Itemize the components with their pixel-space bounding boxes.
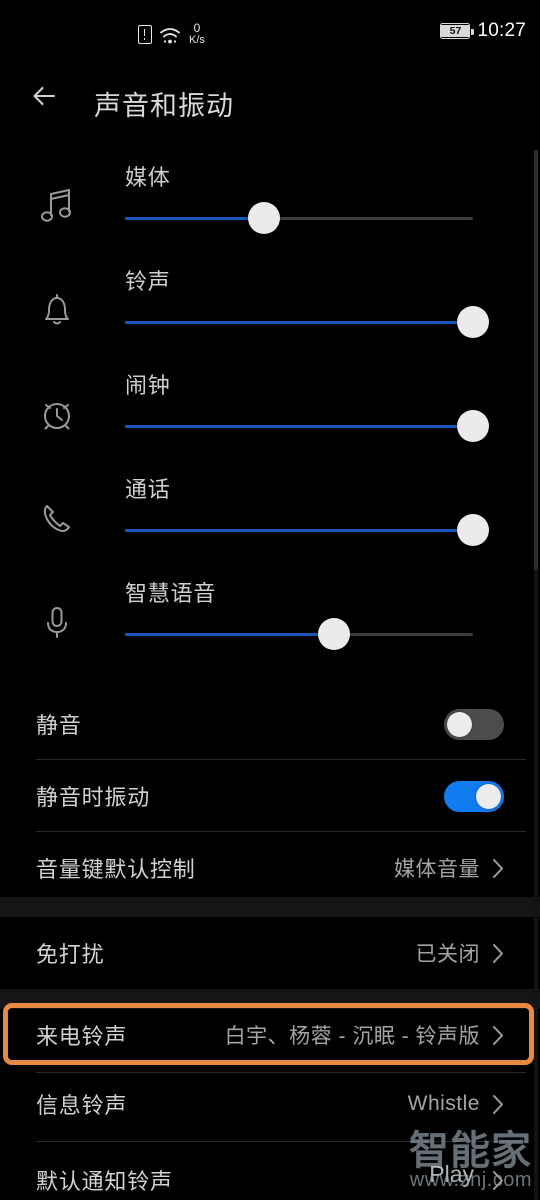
phone-screen: 0 K/s 57 10:27 声音和振动 媒体 铃声 闹钟 通话 智慧语音 静音… [0,0,540,1200]
page-title: 声音和振动 [94,90,234,121]
slider-row-call[interactable]: 通话 [0,462,540,566]
chevron-right-icon [492,1170,504,1191]
row-label-silent-mode: 静音 [36,713,82,738]
microphone-icon [33,598,81,646]
clock-label: 10:27 [477,20,526,41]
slider-thumb-media[interactable] [248,202,281,234]
row-silent-mode[interactable]: 静音 [0,688,540,760]
slider-track-alarm[interactable] [125,410,489,442]
slider-thumb-ringtone[interactable] [457,306,489,338]
alarm-clock-icon [33,390,81,438]
slider-thumb-call[interactable] [457,514,489,546]
slider-fill [125,216,265,220]
volume-sliders-section: 媒体 铃声 闹钟 通话 智慧语音 [0,150,540,670]
slider-fill [125,424,473,428]
network-speed-value: 0 [193,21,201,35]
music-note-icon [33,182,81,230]
app-header: 声音和振动 [0,62,540,144]
row-value-message-ringtone: Whistle [407,1092,480,1115]
slider-track-media[interactable] [125,202,473,234]
slider-thumb-smart-voice[interactable] [317,618,350,650]
slider-track-ringtone[interactable] [125,306,489,338]
row-label-message-ringtone: 信息铃声 [36,1093,128,1118]
slider-label-ringtone: 铃声 [125,269,171,294]
toggle-knob [476,783,501,809]
slider-row-media[interactable]: 媒体 [0,150,540,254]
bell-icon [33,286,81,334]
row-label-incoming-call-ringtone: 来电铃声 [36,1024,128,1049]
row-message-ringtone[interactable]: 信息铃声 Whistle [0,1066,540,1142]
chevron-right-icon [492,943,504,964]
section-separator [0,897,540,917]
status-bar-right: 57 10:27 [440,0,526,62]
row-label-default-notification-ringtone: 默认通知铃声 [36,1169,173,1194]
dnd-section: 免打扰 已关闭 [0,917,540,989]
status-bar: 0 K/s 57 10:27 [0,0,540,62]
scrollbar-thumb[interactable] [534,150,538,570]
status-bar-icons: 0 K/s [138,16,205,46]
toggle-vibrate-on-silent[interactable] [444,780,504,812]
slider-label-smart-voice: 智慧语音 [125,581,217,606]
network-speed-indicator: 0 K/s [189,22,205,46]
network-speed-unit: K/s [189,34,205,46]
row-value-incoming-call-ringtone: 白宇、杨蓉 - 沉眠 - 铃声版 [224,1025,480,1048]
row-volume-key-default[interactable]: 音量键默认控制 媒体音量 [0,832,540,904]
slider-label-alarm: 闹钟 [125,373,171,398]
row-label-volume-key-default: 音量键默认控制 [36,857,196,882]
slider-track-smart-voice[interactable] [125,618,473,650]
slider-fill [125,528,473,532]
row-value-do-not-disturb: 已关闭 [415,943,480,966]
battery-icon: 57 [440,23,474,39]
row-incoming-call-ringtone[interactable]: 来电铃声 白宇、杨蓉 - 沉眠 - 铃声版 [0,1004,540,1073]
battery-percent-label: 57 [441,25,470,37]
chevron-right-icon [492,1094,504,1115]
toggle-knob [447,711,472,737]
row-value-volume-key-default: 媒体音量 [394,858,480,881]
wifi-icon [159,26,181,45]
toggle-silent-mode[interactable] [444,708,504,740]
slider-track-call[interactable] [125,514,489,546]
row-label-vibrate-on-silent: 静音时振动 [36,785,151,810]
row-vibrate-on-silent[interactable]: 静音时振动 [0,760,540,832]
phone-icon [33,494,81,542]
slider-row-alarm[interactable]: 闹钟 [0,358,540,462]
slider-label-call: 通话 [125,477,171,502]
ringtone-section: 来电铃声 白宇、杨蓉 - 沉眠 - 铃声版 信息铃声 Whistle 默认通知铃… [0,1004,540,1200]
slider-label-media: 媒体 [125,165,171,190]
row-label-do-not-disturb: 免打扰 [36,942,105,967]
back-arrow-icon[interactable] [22,73,82,133]
sim-card-alert-icon [138,25,152,44]
sound-options-section: 静音 静音时振动 音量键默认控制 媒体音量 [0,688,540,904]
slider-fill [125,320,473,324]
slider-fill [125,632,334,636]
row-default-notification-ringtone[interactable]: 默认通知铃声 [0,1142,540,1200]
slider-thumb-alarm[interactable] [457,410,489,442]
slider-row-ringtone[interactable]: 铃声 [0,254,540,358]
row-do-not-disturb[interactable]: 免打扰 已关闭 [0,917,540,989]
chevron-right-icon [492,858,504,879]
slider-row-smart-voice[interactable]: 智慧语音 [0,566,540,670]
chevron-right-icon [492,1025,504,1046]
